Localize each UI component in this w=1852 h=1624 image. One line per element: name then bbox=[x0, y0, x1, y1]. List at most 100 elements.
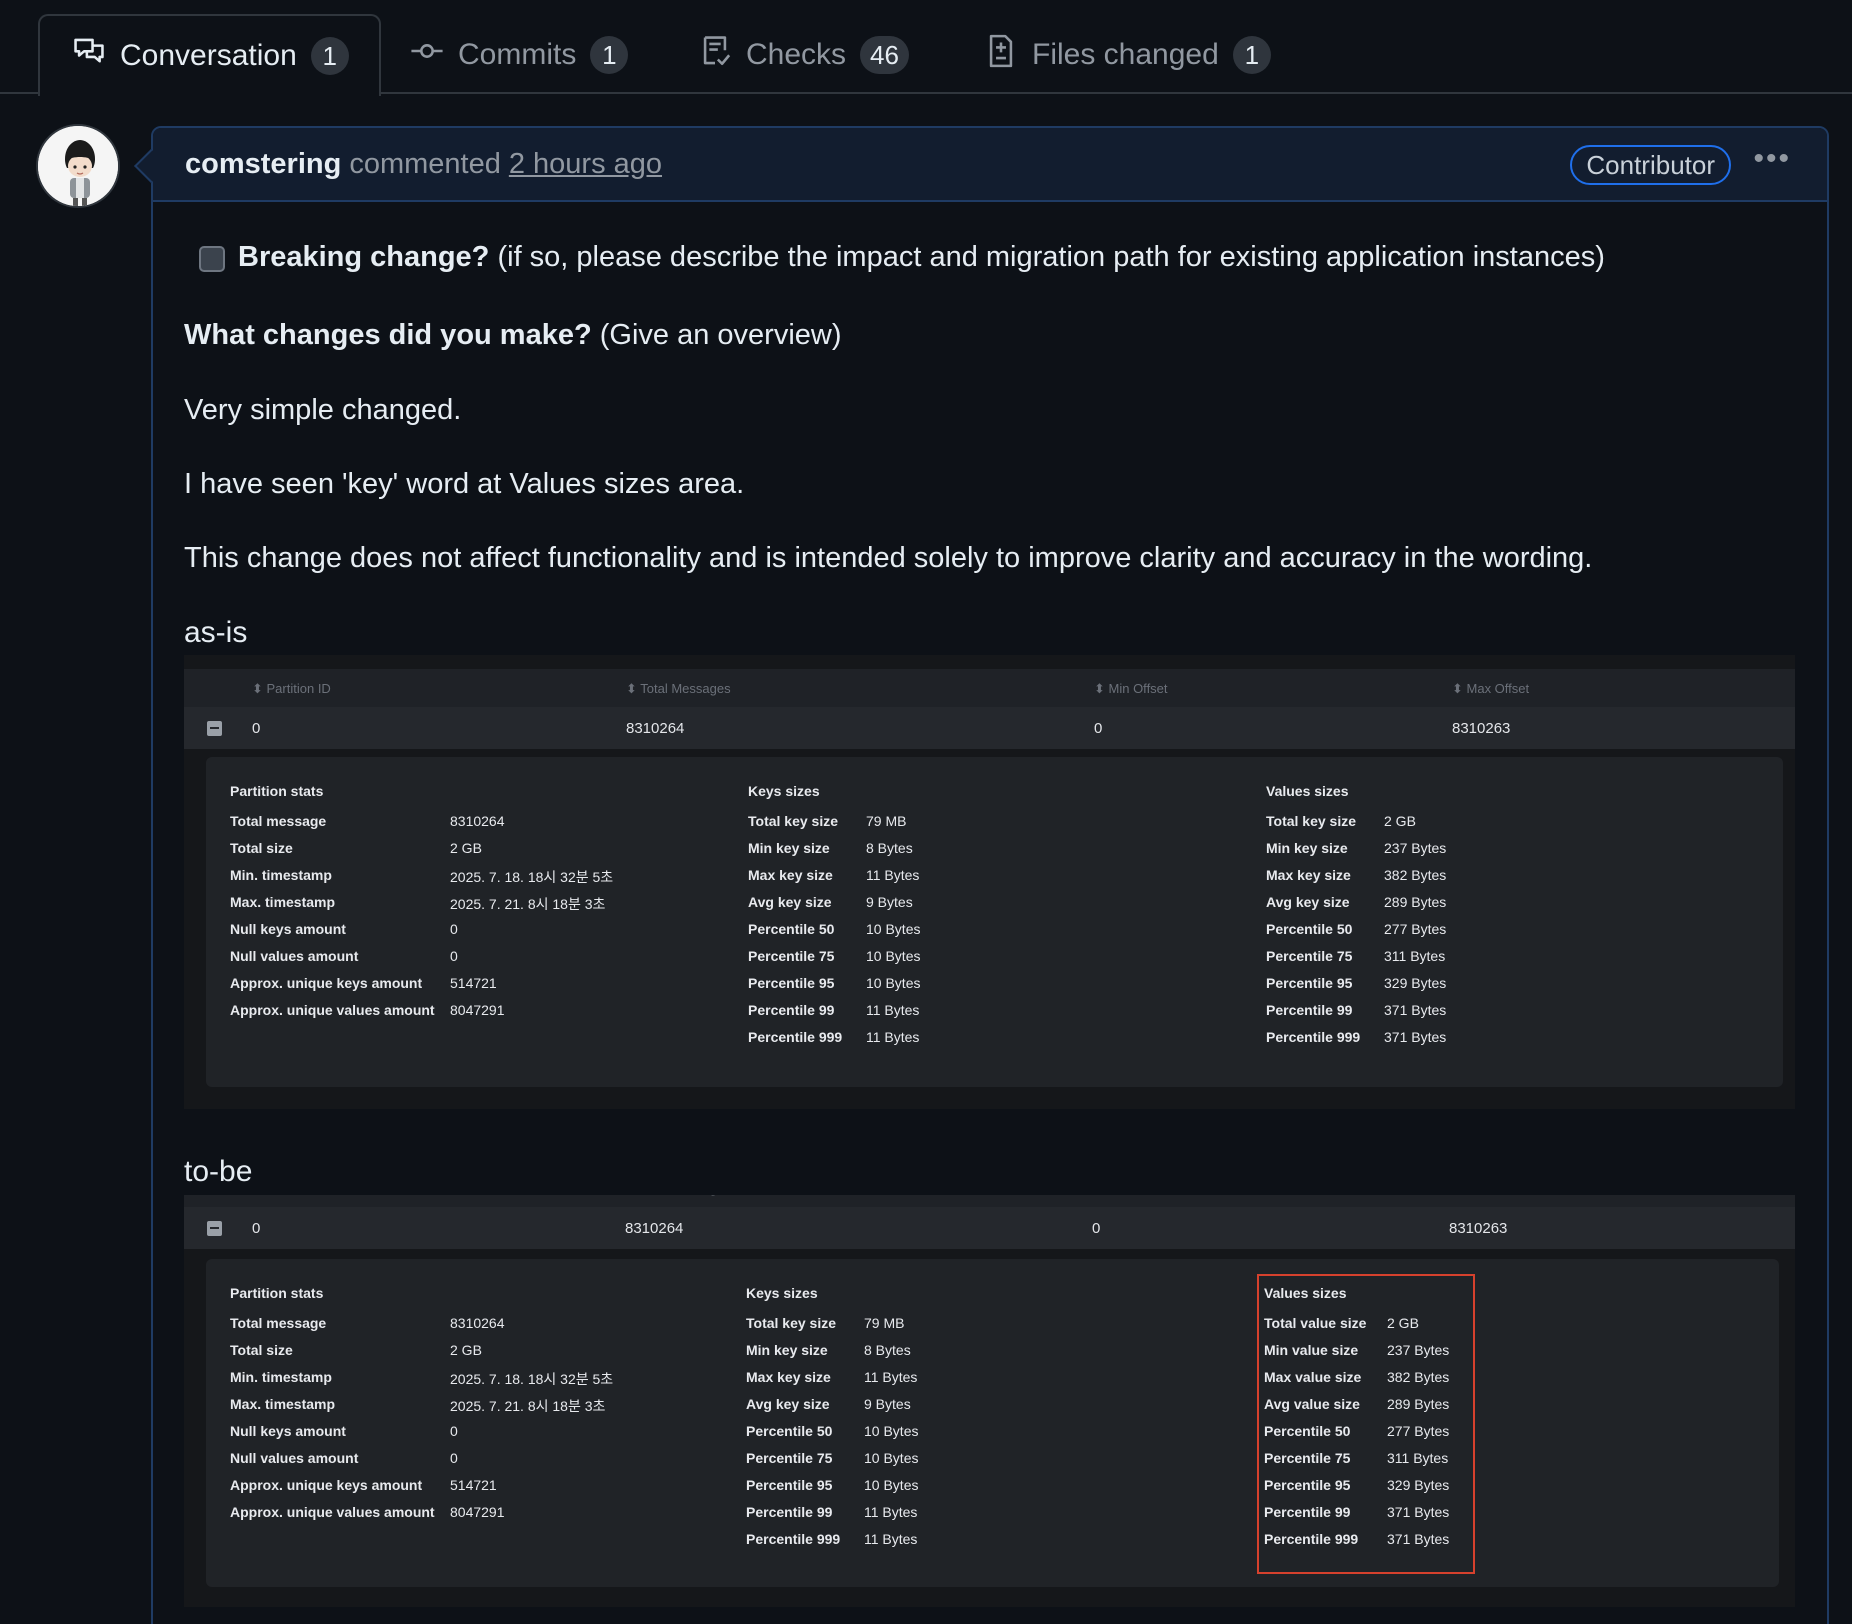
what-changes-text: What changes did you make? (Give an over… bbox=[184, 319, 842, 352]
stat-value: 8310264 bbox=[450, 813, 505, 829]
stat-key: Percentile 75 bbox=[746, 1450, 833, 1466]
stat-key: Percentile 75 bbox=[748, 948, 835, 964]
sort-icon: ⬍ bbox=[1094, 1195, 1109, 1196]
stat-key: Min. timestamp bbox=[230, 1369, 332, 1385]
stat-key: Null values amount bbox=[230, 1450, 359, 1466]
author-link[interactable]: comstering bbox=[185, 148, 341, 181]
stat-key: Max key size bbox=[748, 867, 833, 883]
what-changes-rest: (Give an overview) bbox=[591, 319, 842, 351]
as-is-screenshot: ⬍ Partition ID ⬍ Total Messages ⬍ Min Of… bbox=[184, 655, 1795, 1109]
stat-key: Null keys amount bbox=[230, 921, 346, 937]
stat-value: 329 Bytes bbox=[1384, 975, 1447, 991]
breaking-change-rest: (if so, please describe the impact and m… bbox=[489, 241, 1605, 273]
stat-value: 2 GB bbox=[1384, 813, 1416, 829]
stat-key: Percentile 50 bbox=[746, 1423, 833, 1439]
tab-count: 46 bbox=[860, 36, 909, 74]
breaking-change-checkbox[interactable] bbox=[199, 246, 225, 272]
stat-key: Total key size bbox=[748, 813, 839, 829]
stat-key: Total message bbox=[230, 1315, 327, 1331]
stat-value: 382 Bytes bbox=[1384, 867, 1447, 883]
stat-key: Avg key size bbox=[746, 1396, 830, 1412]
col-min-offset: ⬍ Min Offset bbox=[1094, 681, 1168, 697]
collapse-icon[interactable] bbox=[207, 721, 222, 736]
pr-tab-bar: Conversation 1 Commits 1 Checks 46 Files… bbox=[0, 0, 1852, 96]
paragraph-2: I have seen 'key' word at Values sizes a… bbox=[184, 468, 745, 500]
stat-value: 2025. 7. 21. 8시 18분 3초 bbox=[450, 1398, 606, 1414]
header-label: Max Offset bbox=[1466, 681, 1530, 696]
tab-label: Commits bbox=[458, 38, 577, 71]
stat-key: Max key size bbox=[746, 1369, 831, 1385]
stat-value: 0 bbox=[450, 1423, 458, 1439]
section-title: Keys sizes bbox=[746, 1285, 818, 1301]
cell-partition-id: 0 bbox=[252, 720, 261, 737]
cell-min-offset: 0 bbox=[1092, 1220, 1101, 1237]
more-options-icon[interactable]: ••• bbox=[1753, 142, 1791, 176]
paragraph-3: This change does not affect functionalit… bbox=[184, 542, 1593, 574]
stat-value: 11 Bytes bbox=[864, 1369, 918, 1385]
tab-label: Conversation bbox=[120, 39, 297, 72]
stat-key: Total key size bbox=[1266, 813, 1357, 829]
col-max-offset: ⬍ Max Offset bbox=[1450, 1195, 1527, 1197]
collapse-icon[interactable] bbox=[207, 1221, 222, 1236]
stat-value: 8047291 bbox=[450, 1504, 505, 1520]
stat-key: Min key size bbox=[1266, 840, 1348, 856]
col-max-offset: ⬍ Max Offset bbox=[1452, 681, 1529, 697]
stat-value: 2025. 7. 18. 18시 32분 5초 bbox=[450, 869, 614, 885]
cell-max-offset: 8310263 bbox=[1452, 720, 1511, 737]
stat-value: 0 bbox=[450, 948, 458, 964]
stat-key: Avg key size bbox=[748, 894, 832, 910]
stat-value: 10 Bytes bbox=[866, 975, 921, 991]
stat-value: 8310264 bbox=[450, 1315, 505, 1331]
col-partition-id: ⬍ Partition ID bbox=[252, 1195, 331, 1197]
stat-value: 11 Bytes bbox=[866, 1002, 920, 1018]
stat-value: 2025. 7. 18. 18시 32분 5초 bbox=[450, 1371, 614, 1387]
comment-discussion-icon bbox=[72, 35, 106, 77]
breaking-change-text: Breaking change? (if so, please describe… bbox=[238, 241, 1605, 274]
stat-value: 9 Bytes bbox=[864, 1396, 911, 1412]
sort-icon: ⬍ bbox=[252, 681, 267, 696]
stat-key: Min. timestamp bbox=[230, 867, 332, 883]
table-row: 0 8310264 0 8310263 bbox=[184, 1207, 1795, 1249]
tab-conversation[interactable]: Conversation 1 bbox=[38, 14, 381, 96]
stat-value: 10 Bytes bbox=[864, 1477, 919, 1493]
stat-value: 8047291 bbox=[450, 1002, 505, 1018]
cell-max-offset: 8310263 bbox=[1449, 1220, 1508, 1237]
section-title: Keys sizes bbox=[748, 783, 820, 799]
highlight-box bbox=[1257, 1274, 1475, 1574]
stat-value: 11 Bytes bbox=[866, 867, 920, 883]
timestamp-link[interactable]: 2 hours ago bbox=[509, 148, 662, 181]
stat-value: 237 Bytes bbox=[1384, 840, 1447, 856]
stat-key: Percentile 99 bbox=[746, 1504, 833, 1520]
stat-value: 514721 bbox=[450, 1477, 497, 1493]
tab-files-changed[interactable]: Files changed 1 bbox=[984, 14, 1271, 96]
header-label: Partition ID bbox=[267, 1195, 331, 1196]
stat-value: 0 bbox=[450, 1450, 458, 1466]
section-title: Partition stats bbox=[230, 1285, 324, 1301]
sort-icon: ⬍ bbox=[1450, 1195, 1465, 1196]
stat-value: 8 Bytes bbox=[866, 840, 913, 856]
table-header: ⬍ Partition ID ⬍ Total Messages ⬍ Min Of… bbox=[184, 669, 1795, 707]
stat-value: 371 Bytes bbox=[1384, 1002, 1447, 1018]
col-total-messages: ⬍ Total Messages bbox=[626, 1195, 731, 1197]
tab-commits[interactable]: Commits 1 bbox=[410, 14, 629, 96]
sort-icon: ⬍ bbox=[1094, 681, 1109, 696]
comment-header: comstering commented 2 hours ago Contrib… bbox=[153, 128, 1827, 202]
section-title: Partition stats bbox=[230, 783, 324, 799]
stat-key: Total key size bbox=[746, 1315, 837, 1331]
avatar[interactable] bbox=[36, 124, 120, 208]
stats-panel: Partition stats Total message 8310264 Total… bbox=[206, 757, 1783, 1087]
stat-value: 79 MB bbox=[866, 813, 907, 829]
header-label: Min Offset bbox=[1108, 681, 1168, 696]
col-total-messages: ⬍ Total Messages bbox=[626, 681, 731, 697]
stat-value: 0 bbox=[450, 921, 458, 937]
stat-value: 11 Bytes bbox=[864, 1504, 918, 1520]
tab-label: Files changed bbox=[1032, 38, 1219, 71]
stat-value: 79 MB bbox=[864, 1315, 905, 1331]
contributor-badge: Contributor bbox=[1570, 145, 1731, 185]
stat-value: 2025. 7. 21. 8시 18분 3초 bbox=[450, 896, 606, 912]
tab-checks[interactable]: Checks 46 bbox=[698, 14, 909, 96]
stat-value: 11 Bytes bbox=[864, 1531, 918, 1547]
tab-count: 1 bbox=[1232, 36, 1271, 74]
comment-verb: commented bbox=[349, 147, 501, 180]
stat-key: Percentile 95 bbox=[748, 975, 835, 991]
